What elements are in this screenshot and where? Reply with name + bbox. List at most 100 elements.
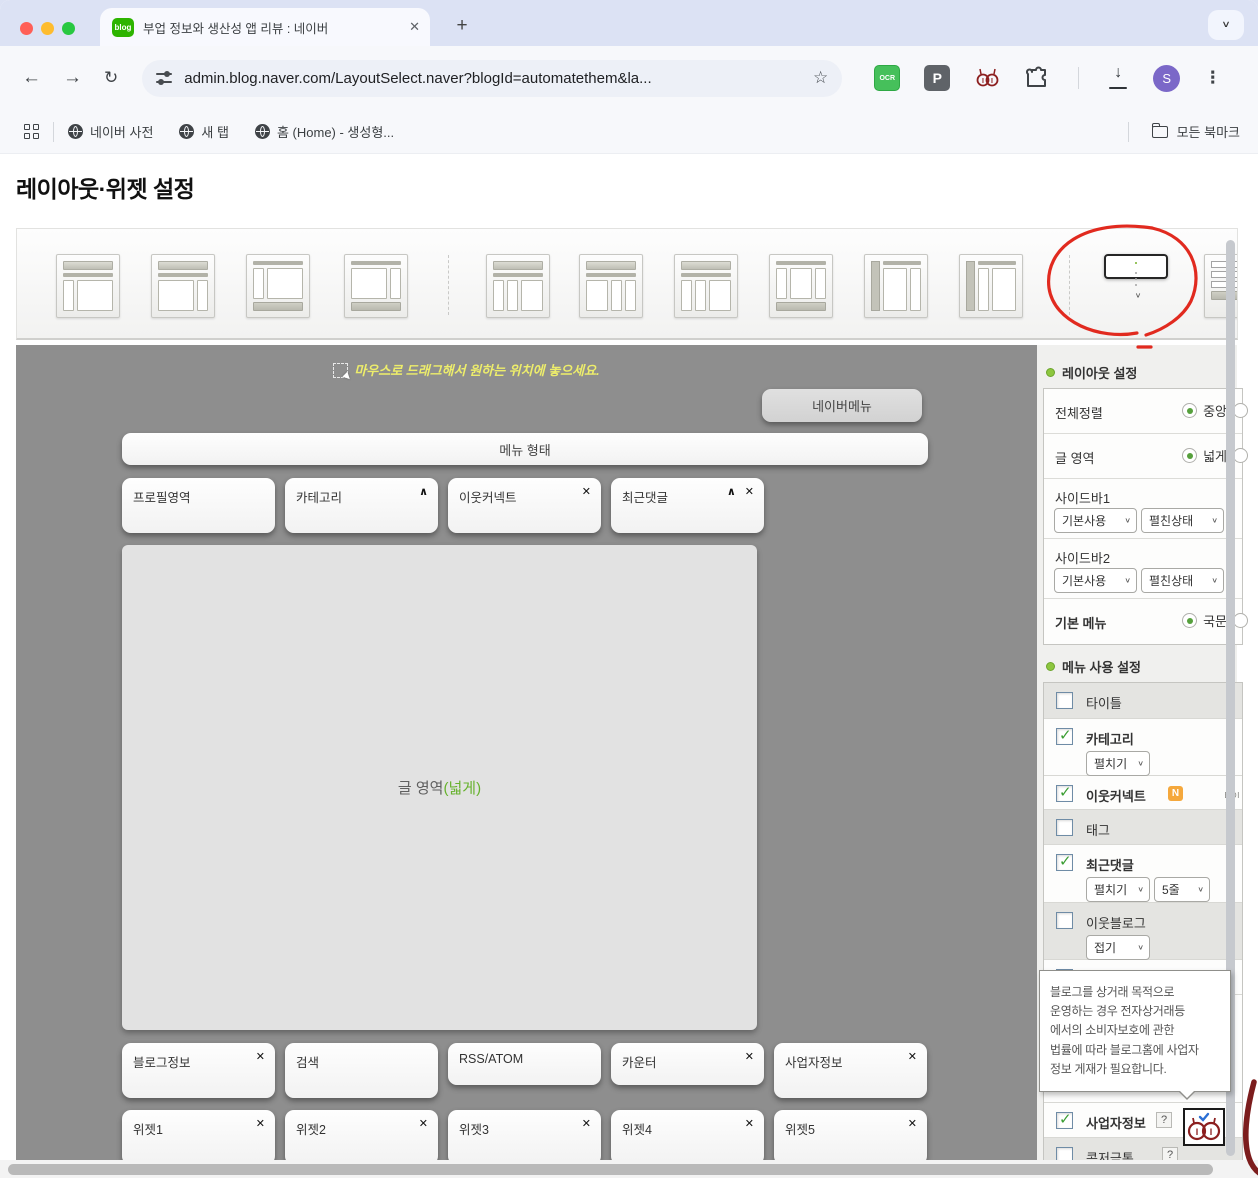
layout-option-7[interactable] — [674, 254, 738, 318]
close-icon[interactable] — [745, 485, 754, 498]
close-icon[interactable] — [908, 1050, 917, 1063]
close-icon[interactable] — [582, 1117, 591, 1130]
bookmark-naver-dictionary[interactable]: 네이버 사전 — [68, 122, 153, 141]
checkbox-neighbor-blog[interactable] — [1056, 912, 1073, 929]
menu-item-neighbor-blog: 이웃블로그 접기 — [1044, 903, 1242, 960]
widget-custom-2[interactable]: 위젯2 — [285, 1110, 438, 1160]
all-bookmarks-button[interactable]: 모든 북마크 — [1114, 122, 1240, 142]
tooltip-arrow — [1178, 1091, 1196, 1100]
comments-expand-select[interactable]: 펼치기 — [1086, 877, 1150, 902]
layout-option-1[interactable] — [56, 254, 120, 318]
browser-tab[interactable]: blog 부업 정보와 생산성 앱 리뷰 : 네이버 — [100, 8, 430, 46]
checkbox-recent-comments[interactable] — [1056, 854, 1073, 871]
setting-align: 전체정렬 중앙 — [1044, 389, 1242, 434]
extensions-puzzle-icon[interactable] — [1024, 65, 1050, 91]
layout-option-2[interactable] — [151, 254, 215, 318]
bookmark-new-tab[interactable]: 새 탭 — [179, 122, 229, 141]
tab-close-icon[interactable] — [409, 19, 420, 35]
radio-wide-selected[interactable] — [1182, 448, 1197, 463]
back-button[interactable]: ← — [22, 67, 41, 89]
widget-business-info[interactable]: 사업자정보 — [774, 1043, 927, 1098]
business-info-tooltip: 블로그를 상거래 목적으로 운영하는 경우 전자상거래등 에서의 소비자보호에 … — [1039, 970, 1231, 1092]
radio-korean-selected[interactable] — [1182, 613, 1197, 628]
widget-custom-5[interactable]: 위젯5 — [774, 1110, 927, 1160]
svg-text:I: I — [982, 78, 984, 85]
widget-profile-area[interactable]: 프로필영역 — [122, 478, 275, 533]
close-icon[interactable] — [745, 1050, 754, 1063]
layout-option-5[interactable] — [486, 254, 550, 318]
layout-option-4[interactable] — [344, 254, 408, 318]
layout-option-3[interactable] — [246, 254, 310, 318]
new-tab-button[interactable] — [448, 12, 476, 40]
address-bar[interactable]: admin.blog.naver.com/LayoutSelect.naver?… — [142, 60, 842, 97]
layout-option-10[interactable] — [959, 254, 1023, 318]
horizontal-scrollbar-thumb[interactable] — [8, 1164, 1213, 1175]
close-icon[interactable] — [908, 1117, 917, 1130]
browser-menu-icon[interactable] — [1204, 68, 1221, 88]
bookmark-star-icon[interactable] — [813, 68, 828, 88]
page-title: 레이아웃·위젯 설정 — [16, 170, 194, 204]
sidebar2-state-select[interactable]: 펼친상태 — [1141, 568, 1224, 593]
collapse-icon[interactable] — [419, 485, 428, 498]
layout-option-9[interactable] — [864, 254, 928, 318]
business-info-help-button[interactable]: ? — [1156, 1112, 1172, 1128]
layout-option-6[interactable] — [579, 254, 643, 318]
close-icon[interactable] — [256, 1050, 265, 1063]
radio-alt[interactable] — [1233, 613, 1248, 628]
owl-extension-icon[interactable]: I I — [974, 65, 1000, 91]
comments-lines-select[interactable]: 5줄 — [1154, 877, 1210, 902]
horizontal-scrollbar-track — [0, 1160, 1258, 1178]
bookmark-home[interactable]: 홈 (Home) - 생성형... — [255, 122, 394, 141]
widget-custom-1[interactable]: 위젯1 — [122, 1110, 275, 1160]
sidebar2-use-select[interactable]: 기본사용 — [1054, 568, 1137, 593]
sidebar1-state-select[interactable]: 펼친상태 — [1141, 508, 1224, 533]
widget-category[interactable]: 카테고리 — [285, 478, 438, 533]
widget-neighbor-connect[interactable]: 이웃커넥트 — [448, 478, 601, 533]
widget-blog-info[interactable]: 블로그정보 — [122, 1043, 275, 1098]
ocr-extension-icon[interactable]: OCR — [874, 65, 900, 91]
section-bullet-icon — [1046, 662, 1055, 671]
downloads-icon[interactable] — [1107, 67, 1129, 89]
layout-settings-box: 전체정렬 중앙 글 영역 넓게 사이드바1 — [1043, 388, 1243, 645]
radio-center-selected[interactable] — [1182, 403, 1197, 418]
radio-alt[interactable] — [1233, 403, 1248, 418]
checkbox-category[interactable] — [1056, 728, 1073, 745]
close-window-button[interactable] — [20, 22, 33, 35]
widget-custom-3[interactable]: 위젯3 — [448, 1110, 601, 1160]
widget-menu-shape[interactable]: 메뉴 형태 — [122, 433, 928, 465]
profile-avatar[interactable]: S — [1153, 65, 1180, 92]
checkbox-title[interactable] — [1056, 692, 1073, 709]
widget-recent-comments[interactable]: 최근댓글 — [611, 478, 764, 533]
reload-button[interactable]: ↻ — [104, 68, 118, 88]
widget-counter[interactable]: 카운터 — [611, 1043, 764, 1085]
category-expand-select[interactable]: 펼치기 — [1086, 751, 1150, 776]
close-icon[interactable] — [256, 1117, 265, 1130]
close-icon[interactable] — [582, 485, 591, 498]
site-settings-icon[interactable] — [156, 71, 172, 85]
bookmarks-divider — [53, 122, 54, 142]
checkbox-neighbor-connect[interactable] — [1056, 785, 1073, 802]
url-text[interactable]: admin.blog.naver.com/LayoutSelect.naver?… — [184, 70, 803, 87]
forward-button[interactable]: → — [63, 67, 82, 89]
zoom-window-button[interactable] — [62, 22, 75, 35]
checkbox-tag[interactable] — [1056, 819, 1073, 836]
tab-search-chevron-icon[interactable] — [1208, 10, 1244, 40]
collapse-icon[interactable] — [727, 485, 736, 498]
layout-option-selected[interactable] — [1104, 254, 1168, 279]
sidebar1-use-select[interactable]: 기본사용 — [1054, 508, 1137, 533]
widget-search[interactable]: 검색 — [285, 1043, 438, 1098]
p-extension-icon[interactable]: P — [924, 65, 950, 91]
minimize-window-button[interactable] — [41, 22, 54, 35]
neighbor-blog-select[interactable]: 접기 — [1086, 935, 1150, 960]
section-bullet-icon — [1046, 368, 1055, 377]
checkbox-business-info[interactable] — [1056, 1112, 1073, 1129]
widget-rss-atom[interactable]: RSS/ATOM — [448, 1043, 601, 1085]
widget-naver-menu[interactable]: 네이버메뉴 — [762, 389, 922, 422]
close-icon[interactable] — [419, 1117, 428, 1130]
layout-settings-header: 레이아웃 설정 — [1046, 363, 1137, 382]
layout-option-8[interactable] — [769, 254, 833, 318]
widget-custom-4[interactable]: 위젯4 — [611, 1110, 764, 1160]
radio-alt[interactable] — [1233, 448, 1248, 463]
close-icon[interactable] — [745, 1117, 754, 1130]
apps-grid-icon[interactable] — [24, 124, 39, 139]
